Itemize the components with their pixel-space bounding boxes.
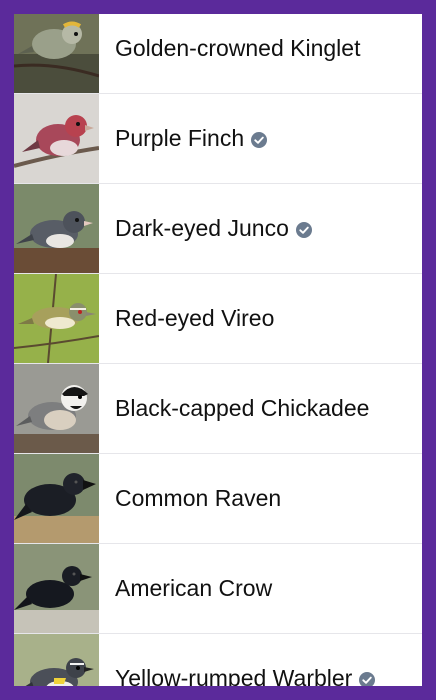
list-item[interactable]: Golden-crowned Kinglet: [14, 14, 422, 94]
junco-photo: [14, 184, 99, 273]
crow-photo: [14, 544, 99, 633]
bird-name-text: Red-eyed Vireo: [115, 305, 275, 331]
bird-name-text: Common Raven: [115, 485, 282, 511]
list-item[interactable]: American Crow: [14, 544, 422, 634]
bird-name-text: Dark-eyed Junco: [115, 215, 289, 241]
bird-name: Purple Finch: [115, 125, 268, 152]
kinglet-photo: [14, 14, 99, 93]
finch-photo: [14, 94, 99, 183]
chickadee-photo: [14, 364, 99, 453]
bird-name: Red-eyed Vireo: [115, 305, 274, 332]
bird-name-text: American Crow: [115, 575, 273, 601]
warbler-photo: [14, 634, 99, 686]
bird-name-text: Golden-crowned Kinglet: [115, 35, 361, 61]
vireo-photo: [14, 274, 99, 363]
bird-name: Golden-crowned Kinglet: [115, 35, 360, 62]
bird-name-text: Purple Finch: [115, 125, 245, 151]
list-item[interactable]: Common Raven: [14, 454, 422, 544]
bird-name: Dark-eyed Junco: [115, 215, 312, 242]
bird-list[interactable]: Golden-crowned Kinglet Purple Finch Dark…: [14, 14, 422, 686]
list-item[interactable]: Yellow-rumped Warbler: [14, 634, 422, 686]
list-item[interactable]: Purple Finch: [14, 94, 422, 184]
bird-name: Common Raven: [115, 485, 281, 512]
raven-photo: [14, 454, 99, 543]
bird-name: American Crow: [115, 575, 272, 602]
app-frame: Golden-crowned Kinglet Purple Finch Dark…: [14, 14, 422, 686]
bird-name: Black-capped Chickadee: [115, 395, 369, 422]
verified-icon: [251, 131, 268, 148]
verified-icon: [359, 671, 376, 686]
bird-name: Yellow-rumped Warbler: [115, 665, 376, 686]
list-item[interactable]: Red-eyed Vireo: [14, 274, 422, 364]
verified-icon: [295, 221, 312, 238]
list-item[interactable]: Black-capped Chickadee: [14, 364, 422, 454]
bird-name-text: Black-capped Chickadee: [115, 395, 370, 421]
bird-name-text: Yellow-rumped Warbler: [115, 665, 353, 686]
list-item[interactable]: Dark-eyed Junco: [14, 184, 422, 274]
